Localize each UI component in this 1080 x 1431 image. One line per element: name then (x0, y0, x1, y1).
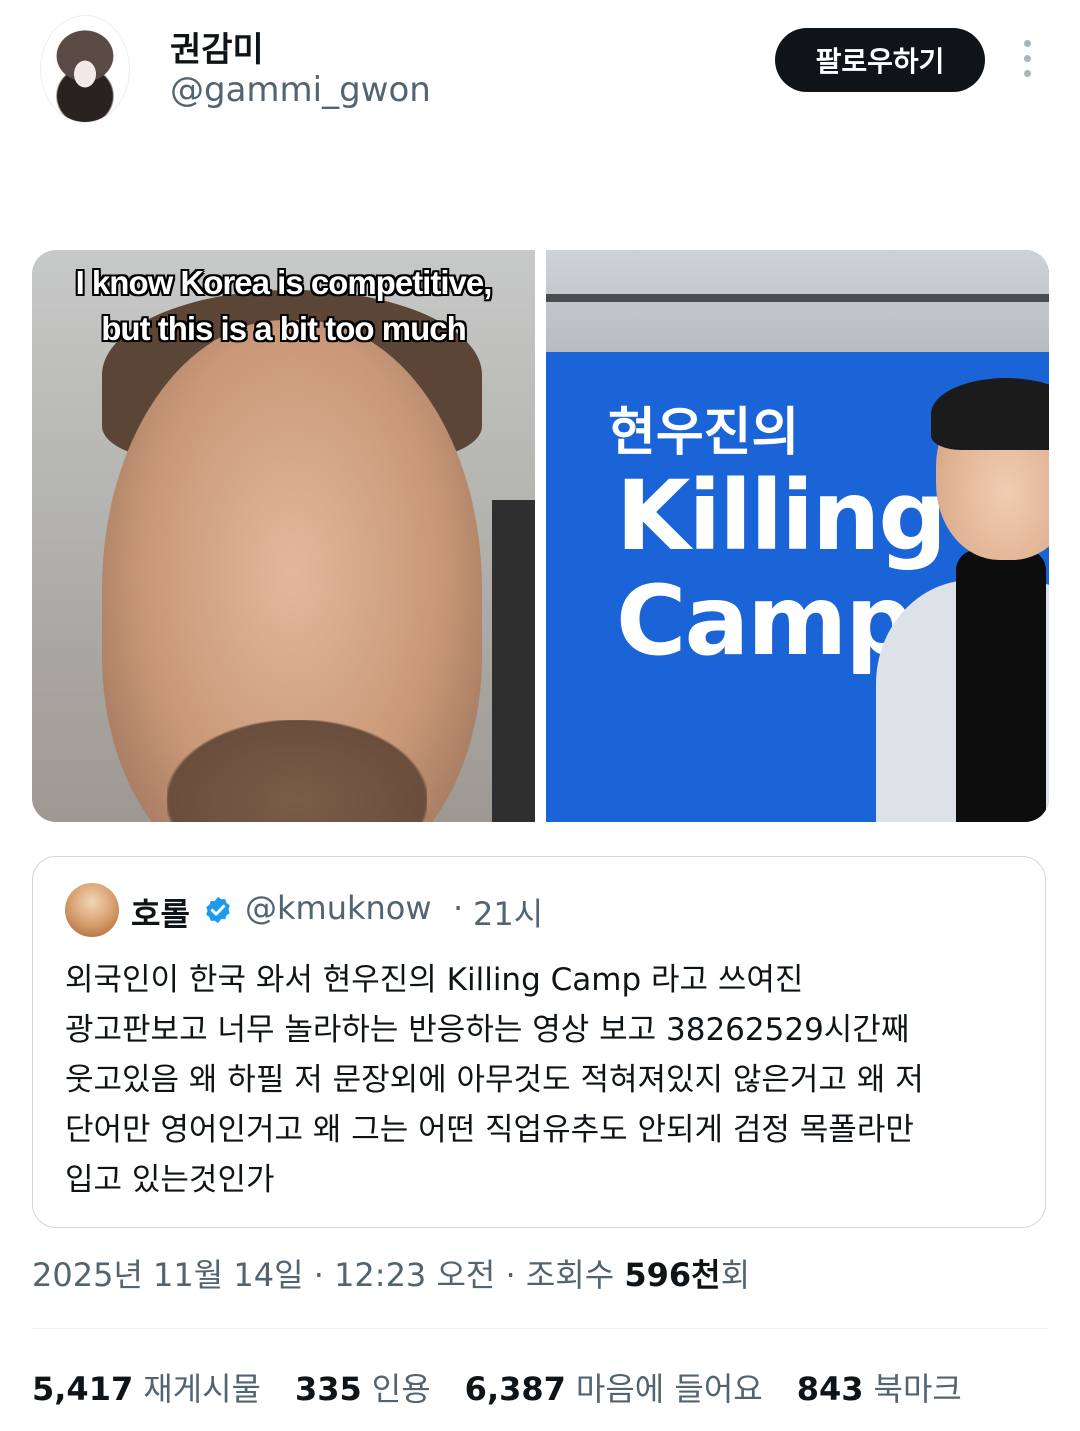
reposts-stat[interactable]: 5,417 재게시물 (32, 1364, 261, 1410)
quoted-text-line: 단어만 영어인거고 왜 그는 어떤 직업유추도 안되게 검정 목폴라만 (65, 1112, 914, 1148)
bookmarks-label: 북마크 (873, 1370, 962, 1408)
quoted-text-line: 외국인이 한국 와서 현우진의 Killing Camp 라고 쓰여진 (65, 962, 804, 998)
quotes-label: 인용 (371, 1370, 431, 1408)
divider (32, 1328, 1048, 1329)
quoted-text-line: 웃고있음 왜 하필 저 문장외에 아무것도 적혀져있지 않은거고 왜 저 (65, 1062, 924, 1098)
views-label: 조회수 (525, 1256, 615, 1294)
quoted-text-line: 입고 있는것인가 (65, 1162, 275, 1198)
beard (167, 720, 427, 822)
views-count: 596천 (624, 1256, 721, 1294)
quotes-count: 335 (294, 1370, 362, 1408)
person-turtleneck (956, 550, 1046, 822)
quoted-text-line: 광고판보고 너무 놀라하는 반응하는 영상 보고 38262529시간째 (65, 1012, 910, 1048)
quoted-handle: @kmuknow (245, 889, 432, 927)
likes-count: 6,387 (464, 1370, 566, 1408)
bookmarks-count: 843 (796, 1370, 864, 1408)
image-caption-line1: I know Korea is competitive, (75, 264, 493, 301)
quotes-stat[interactable]: 335 인용 (295, 1364, 431, 1410)
quoted-separator: · (453, 889, 464, 927)
more-options-icon[interactable] (1016, 40, 1038, 80)
person-hair (931, 378, 1049, 450)
bookmarks-stat[interactable]: 843 북마크 (797, 1364, 962, 1410)
engagement-stats: 5,417 재게시물 335 인용 6,387 마음에 들어요 843 북마크 (32, 1364, 962, 1410)
likes-label: 마음에 들어요 (575, 1370, 763, 1408)
billboard-korean-title: 현우진의 (608, 403, 800, 463)
media-image-right[interactable]: 현우진의 Killing Camp (546, 250, 1049, 822)
quoted-avatar (65, 883, 119, 937)
tweet-date[interactable]: 2025년 11월 14일 (32, 1256, 304, 1294)
billboard-word-killing: Killing (616, 460, 947, 572)
quoted-timestamp: 21시 (473, 895, 544, 933)
reposts-count: 5,417 (32, 1370, 134, 1408)
author-avatar[interactable] (40, 15, 130, 123)
author-display-name[interactable]: 권감미 (170, 22, 264, 71)
quoted-display-name: 호롤 (131, 895, 190, 933)
reposts-label: 재게시물 (143, 1370, 261, 1408)
likes-stat[interactable]: 6,387 마음에 들어요 (465, 1364, 763, 1410)
tweet-time[interactable]: 12:23 오전 (334, 1256, 495, 1294)
quoted-tweet[interactable]: 호롤 @kmuknow · 21시 외국인이 한국 와서 현우진의 Killin… (32, 856, 1046, 1228)
door-panel (492, 500, 535, 822)
views-suffix: 회 (720, 1256, 751, 1294)
ceiling-line (546, 294, 1049, 302)
author-handle[interactable]: @gammi_gwon (170, 70, 431, 110)
media-image-left[interactable]: 21 I know Korea is competitive, but this… (32, 250, 535, 822)
tweet-meta: 2025년 11월 14일 · 12:23 오전 · 조회수 596천회 (32, 1256, 751, 1294)
billboard-word-camp: Camp (616, 565, 914, 677)
follow-button[interactable]: 팔로우하기 (775, 28, 985, 92)
image-caption-line2: but this is a bit too much (101, 310, 467, 347)
verified-badge-icon (206, 896, 230, 924)
